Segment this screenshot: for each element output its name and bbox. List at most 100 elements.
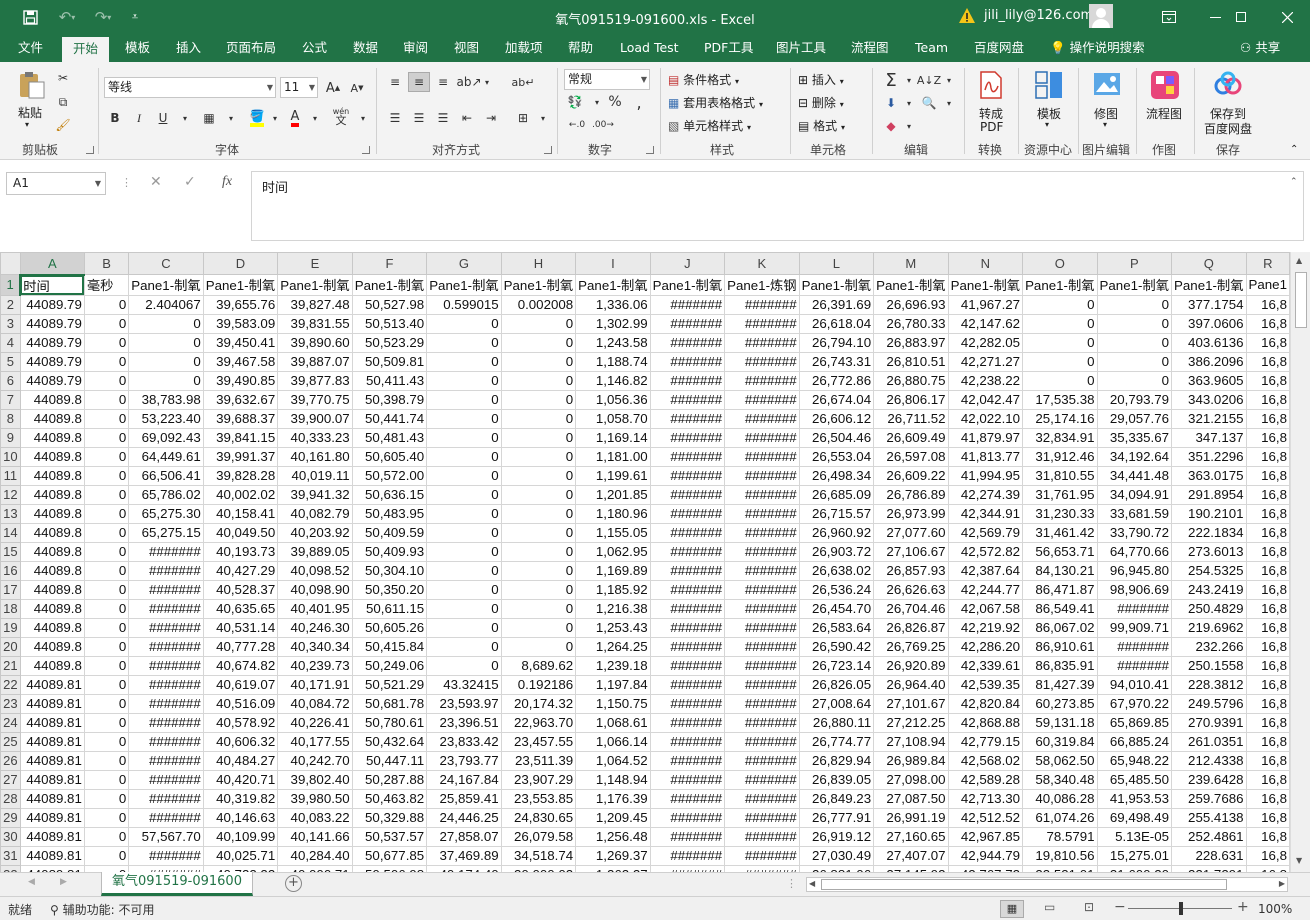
cell[interactable]: ####### — [649, 750, 726, 771]
new-sheet-icon[interactable]: + — [285, 875, 302, 892]
cell[interactable]: ####### — [128, 750, 204, 771]
cell[interactable]: ####### — [724, 389, 800, 410]
tab-view[interactable]: 视图 — [454, 34, 479, 62]
orientation-dropdown-icon[interactable]: ▾ — [476, 72, 498, 92]
cell[interactable]: 毫秒 — [83, 274, 130, 296]
cell[interactable]: Pane1-制氧 — [351, 274, 428, 296]
comma-style-icon[interactable]: , — [628, 92, 650, 112]
cell[interactable]: 39,941.32 — [277, 484, 353, 505]
cell[interactable]: 0 — [500, 408, 577, 429]
row-header[interactable]: 13 — [0, 503, 21, 524]
cell[interactable]: 26,553.04 — [798, 446, 875, 467]
cell[interactable]: ####### — [724, 560, 800, 581]
cell[interactable]: ####### — [724, 864, 800, 872]
cell[interactable]: 26,849.23 — [798, 788, 875, 809]
cell[interactable]: 351.2296 — [1171, 446, 1247, 467]
cell[interactable]: 27,160.65 — [873, 826, 949, 847]
cell[interactable]: ####### — [649, 503, 726, 524]
cell[interactable]: 40,420.71 — [202, 769, 279, 790]
cell[interactable]: ####### — [649, 674, 726, 695]
cell[interactable]: 1,262.27 — [575, 864, 651, 872]
user-email[interactable]: jili_lily@126.com — [984, 8, 1093, 23]
cell[interactable]: Pane1-制氧 — [128, 274, 204, 296]
column-header[interactable]: I — [575, 252, 651, 275]
cell[interactable]: 34,192.64 — [1096, 446, 1173, 467]
scroll-up-icon[interactable]: ▲ — [1296, 256, 1302, 265]
cell[interactable]: 0 — [500, 351, 577, 372]
cell[interactable]: 0 — [500, 560, 577, 581]
tab-team[interactable]: Team — [915, 34, 948, 62]
cell[interactable]: 26,774.77 — [798, 731, 875, 752]
cell[interactable]: 25,859.41 — [426, 788, 502, 809]
underline-dropdown-icon[interactable]: ▾ — [174, 108, 196, 128]
retouch-dropdown-icon[interactable]: ▾ — [1103, 120, 1107, 129]
cell[interactable]: 1,169.89 — [575, 560, 651, 581]
cell[interactable]: 0 — [83, 370, 130, 391]
cell[interactable]: ####### — [128, 845, 204, 866]
cell[interactable]: 44089.8 — [19, 598, 85, 619]
paste-dropdown-icon[interactable]: ▾ — [25, 120, 29, 129]
cell[interactable]: 44089.8 — [19, 427, 85, 448]
cell[interactable]: 44089.8 — [19, 484, 85, 505]
cell[interactable]: 16,8 — [1245, 617, 1290, 638]
cell[interactable]: 50,304.10 — [351, 560, 428, 581]
cell[interactable]: 42,339.61 — [947, 655, 1024, 676]
cell[interactable]: 42,868.88 — [947, 712, 1024, 733]
font-color-dropdown-icon[interactable]: ▾ — [304, 108, 326, 128]
cell[interactable]: Pane1-制氧 — [1022, 274, 1098, 296]
next-sheet-icon[interactable]: ▶ — [60, 877, 67, 887]
cell[interactable]: 32,834.91 — [1022, 427, 1098, 448]
cell[interactable]: ####### — [128, 598, 204, 619]
cell[interactable]: ####### — [649, 427, 726, 448]
cell[interactable]: 42,589.28 — [947, 769, 1024, 790]
cell[interactable]: 33,790.72 — [1096, 522, 1173, 543]
cell[interactable]: 2.404067 — [128, 294, 204, 315]
cell[interactable]: 50,509.81 — [351, 351, 428, 372]
cell[interactable]: ####### — [724, 617, 800, 638]
cell[interactable]: ####### — [649, 579, 726, 600]
cell[interactable]: 42,767.72 — [947, 864, 1024, 872]
row-header[interactable]: 12 — [0, 484, 21, 505]
flowchart-icon[interactable] — [1150, 70, 1180, 100]
align-bottom-icon[interactable]: ≡ — [432, 72, 454, 92]
cell[interactable]: 16,8 — [1245, 712, 1290, 733]
name-box[interactable]: A1 ▼ — [6, 172, 106, 195]
cell[interactable]: 23,833.42 — [426, 731, 502, 752]
cell[interactable]: 26,685.09 — [798, 484, 875, 505]
cell[interactable]: 1,146.82 — [575, 370, 651, 391]
vertical-scrollbar[interactable]: ▲ ▼ — [1290, 252, 1310, 872]
cell[interactable]: 26,777.91 — [798, 807, 875, 828]
cell[interactable]: ####### — [724, 332, 800, 353]
row-header[interactable]: 8 — [0, 408, 21, 429]
cell[interactable]: 44089.81 — [19, 674, 85, 695]
cell[interactable]: 0 — [1022, 370, 1098, 391]
cell[interactable]: 20,174.32 — [500, 693, 577, 714]
cell[interactable]: 41,879.97 — [947, 427, 1024, 448]
cell[interactable]: 0 — [83, 807, 130, 828]
cell[interactable]: 50,506.98 — [351, 864, 428, 872]
row-header[interactable]: 7 — [0, 389, 21, 410]
cell[interactable]: 1,185.92 — [575, 579, 651, 600]
row-header[interactable]: 29 — [0, 807, 21, 828]
close-icon[interactable] — [1264, 0, 1310, 34]
cell[interactable]: 0 — [83, 560, 130, 581]
cell[interactable]: 0 — [500, 313, 577, 334]
cell[interactable]: 0 — [426, 598, 502, 619]
cell[interactable]: 1,256.48 — [575, 826, 651, 847]
cell[interactable]: 26,454.70 — [798, 598, 875, 619]
cell[interactable]: ####### — [1096, 636, 1173, 657]
cell[interactable]: 40,246.30 — [277, 617, 353, 638]
cell[interactable]: 65,275.30 — [128, 503, 204, 524]
cell[interactable]: 16,8 — [1245, 598, 1290, 619]
cell[interactable]: 0 — [128, 351, 204, 372]
row-header[interactable]: 6 — [0, 370, 21, 391]
cell[interactable]: ####### — [128, 807, 204, 828]
cell[interactable]: 86,910.61 — [1022, 636, 1098, 657]
cell[interactable]: 27,212.25 — [873, 712, 949, 733]
cell[interactable]: 27,087.50 — [873, 788, 949, 809]
row-header[interactable]: 16 — [0, 560, 21, 581]
cell[interactable]: 1,243.58 — [575, 332, 651, 353]
cell[interactable]: 228.631 — [1171, 845, 1247, 866]
cell[interactable]: 39,632.67 — [202, 389, 279, 410]
cell[interactable]: 44089.79 — [19, 332, 85, 353]
